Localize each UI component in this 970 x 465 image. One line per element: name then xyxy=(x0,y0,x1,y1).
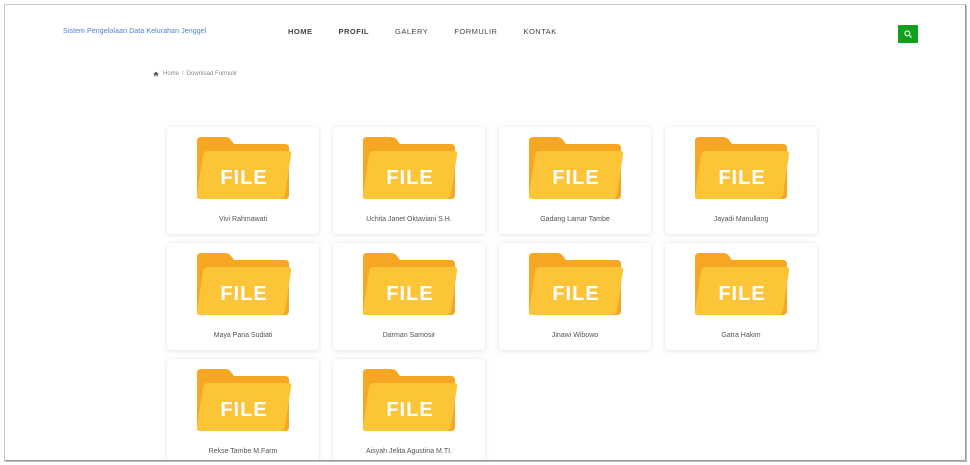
search-button[interactable] xyxy=(898,25,918,43)
file-name: Uchita Janet Oktaviani S.H. xyxy=(366,216,452,223)
file-card[interactable]: FILE Jinawi Wibowo xyxy=(499,243,651,350)
folder-icon: FILE xyxy=(362,253,458,315)
file-name: Jayadi Manullang xyxy=(713,216,769,223)
browser-frame: Sistem Pengelolaan Data Kelurahan Jengge… xyxy=(4,4,966,461)
folder-icon: FILE xyxy=(362,137,458,199)
file-name: Maya Pana Sudiati xyxy=(213,332,273,339)
folder-label: FILE xyxy=(220,399,267,421)
folder-icon: FILE xyxy=(196,137,292,199)
folder-label: FILE xyxy=(386,399,433,421)
folder-label: FILE xyxy=(552,167,599,189)
folder-icon: FILE xyxy=(528,253,624,315)
file-name: Gadang Lamar Tambe xyxy=(540,216,610,223)
breadcrumb: Home / Download Formulir xyxy=(153,71,237,77)
folder-label: FILE xyxy=(220,283,267,305)
file-card[interactable]: FILE Rekse Tambe M.Farm xyxy=(167,359,319,460)
file-card[interactable]: FILE Darman Samosir xyxy=(333,243,485,350)
file-card[interactable]: FILE Uchita Janet Oktaviani S.H. xyxy=(333,127,485,234)
site-brand[interactable]: Sistem Pengelolaan Data Kelurahan Jengge… xyxy=(63,28,206,35)
breadcrumb-current: Download Formulir xyxy=(186,71,238,77)
main-nav: HOME PROFIL GALERY FORMULIR KONTAK xyxy=(288,27,583,36)
home-icon xyxy=(153,71,159,77)
folder-icon: FILE xyxy=(362,369,458,431)
file-card[interactable]: FILE Jayadi Manullang xyxy=(665,127,817,234)
folder-label: FILE xyxy=(386,167,433,189)
file-name: Darman Samosir xyxy=(382,332,436,339)
file-card[interactable]: FILE Gatra Hakim xyxy=(665,243,817,350)
nav-home[interactable]: HOME xyxy=(288,27,313,36)
file-name: Vivi Rahmawati xyxy=(218,216,268,223)
nav-galery[interactable]: GALERY xyxy=(395,27,428,36)
file-card[interactable]: FILE Gadang Lamar Tambe xyxy=(499,127,651,234)
nav-formulir[interactable]: FORMULIR xyxy=(454,27,497,36)
folder-label: FILE xyxy=(718,167,765,189)
search-icon xyxy=(904,30,912,38)
folder-icon: FILE xyxy=(694,137,790,199)
file-name: Aisyah Jelita Agustina M.TI. xyxy=(366,448,452,455)
file-card[interactable]: FILE Vivi Rahmawati xyxy=(167,127,319,234)
file-name: Jinawi Wibowo xyxy=(551,332,599,339)
nav-profil[interactable]: PROFIL xyxy=(339,27,370,36)
file-card[interactable]: FILE Aisyah Jelita Agustina M.TI. xyxy=(333,359,485,460)
folder-icon: FILE xyxy=(196,253,292,315)
file-name: Gatra Hakim xyxy=(721,332,761,339)
breadcrumb-home[interactable]: Home xyxy=(163,71,179,77)
file-card[interactable]: FILE Maya Pana Sudiati xyxy=(167,243,319,350)
folder-label: FILE xyxy=(386,283,433,305)
file-name: Rekse Tambe M.Farm xyxy=(208,448,278,455)
folder-icon: FILE xyxy=(528,137,624,199)
folder-icon: FILE xyxy=(196,369,292,431)
folder-label: FILE xyxy=(718,283,765,305)
folder-icon: FILE xyxy=(694,253,790,315)
folder-label: FILE xyxy=(220,167,267,189)
breadcrumb-separator: / xyxy=(182,71,184,77)
folder-label: FILE xyxy=(552,283,599,305)
file-grid: FILE Vivi Rahmawati FILE Uchita Janet Ok… xyxy=(167,127,817,460)
nav-kontak[interactable]: KONTAK xyxy=(523,27,556,36)
